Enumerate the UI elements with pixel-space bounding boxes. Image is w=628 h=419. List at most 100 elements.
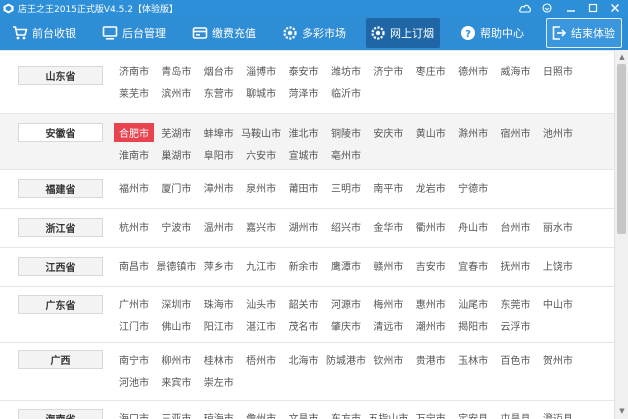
city-item[interactable]: 菏泽市 [284,82,324,105]
city-item[interactable]: 惠州市 [411,292,451,315]
scroll-thumb[interactable] [617,64,626,234]
city-item[interactable]: 景德镇市 [156,254,196,277]
city-item[interactable]: 衢州市 [411,215,451,238]
city-item[interactable]: 宿州市 [496,121,536,144]
city-item[interactable]: 漳州市 [199,176,239,199]
city-item[interactable]: 文昌市 [284,406,324,419]
city-item[interactable]: 三亚市 [156,406,196,419]
cloud-icon[interactable] [516,0,534,16]
city-item[interactable]: 鹰潭市 [326,254,366,277]
city-item[interactable]: 桂林市 [199,348,239,371]
city-item[interactable]: 六安市 [241,144,281,167]
city-item[interactable]: 萍乡市 [199,254,239,277]
maximize-icon[interactable] [584,0,602,16]
city-item[interactable]: 揭阳市 [453,315,493,338]
scroll-up-icon[interactable]: ▲ [617,52,627,62]
city-item[interactable]: 亳州市 [326,144,366,167]
city-item[interactable]: 嘉兴市 [241,215,281,238]
city-item[interactable]: 南宁市 [114,348,154,371]
city-item[interactable]: 安庆市 [368,121,408,144]
city-item[interactable]: 三明市 [326,176,366,199]
city-item[interactable]: 云浮市 [496,315,536,338]
nav-online-order[interactable]: 网上订烟 [366,18,440,48]
city-item[interactable]: 崇左市 [199,371,239,394]
city-item[interactable]: 丽水市 [538,215,578,238]
city-item[interactable]: 台州市 [496,215,536,238]
city-item[interactable]: 澄迈县 [538,406,578,419]
city-item[interactable]: 汕尾市 [453,292,493,315]
city-item[interactable]: 济南市 [114,59,154,82]
city-item[interactable]: 五指山市 [368,406,408,419]
city-item[interactable]: 贵港市 [411,348,451,371]
city-item[interactable]: 吉安市 [411,254,451,277]
city-item[interactable]: 阳江市 [199,315,239,338]
city-item[interactable]: 威海市 [496,59,536,82]
city-item[interactable]: 梧州市 [241,348,281,371]
city-item[interactable]: 杭州市 [114,215,154,238]
city-item[interactable]: 定安县 [453,406,493,419]
city-item[interactable]: 巢湖市 [156,144,196,167]
city-item[interactable]: 韶关市 [284,292,324,315]
city-item[interactable]: 舟山市 [453,215,493,238]
city-item[interactable]: 日照市 [538,59,578,82]
city-item[interactable]: 清远市 [368,315,408,338]
city-item[interactable]: 茂名市 [284,315,324,338]
city-item[interactable]: 上饶市 [538,254,578,277]
city-item[interactable]: 湛江市 [241,315,281,338]
nav-recharge[interactable]: 缴费充值 [188,18,262,48]
city-item[interactable]: 潮州市 [411,315,451,338]
city-item[interactable]: 黄山市 [411,121,451,144]
city-item[interactable]: 温州市 [199,215,239,238]
city-item[interactable]: 钦州市 [368,348,408,371]
city-item[interactable]: 泰安市 [284,59,324,82]
city-item[interactable]: 南平市 [368,176,408,199]
city-item[interactable]: 阜阳市 [199,144,239,167]
city-item[interactable]: 屯昌县 [496,406,536,419]
city-item[interactable]: 儋州市 [241,406,281,419]
city-item[interactable]: 玉林市 [453,348,493,371]
city-item[interactable]: 马鞍山市 [241,121,281,144]
city-item[interactable]: 九江市 [241,254,281,277]
city-item[interactable]: 湖州市 [284,215,324,238]
city-item[interactable]: 中山市 [538,292,578,315]
city-item[interactable]: 德州市 [453,59,493,82]
city-item[interactable]: 东方市 [326,406,366,419]
city-item[interactable]: 池州市 [538,121,578,144]
city-item[interactable]: 汕头市 [241,292,281,315]
city-item[interactable]: 河源市 [326,292,366,315]
city-item[interactable]: 宁德市 [453,176,493,199]
city-item[interactable]: 新余市 [284,254,324,277]
city-item[interactable]: 贺州市 [538,348,578,371]
city-item[interactable]: 蚌埠市 [199,121,239,144]
city-item[interactable]: 滨州市 [156,82,196,105]
nav-help-center[interactable]: ? 帮助中心 [456,18,530,48]
city-item[interactable]: 莆田市 [284,176,324,199]
city-item[interactable]: 厦门市 [156,176,196,199]
close-icon[interactable] [606,0,624,16]
minimize-icon[interactable] [562,0,580,16]
city-item[interactable]: 滁州市 [453,121,493,144]
city-item[interactable]: 青岛市 [156,59,196,82]
city-item[interactable]: 宣城市 [284,144,324,167]
city-item[interactable]: 烟台市 [199,59,239,82]
city-item[interactable]: 合肥市 [114,122,154,142]
city-item[interactable]: 莱芜市 [114,82,154,105]
city-item[interactable]: 枣庄市 [411,59,451,82]
city-item[interactable]: 防城港市 [326,348,366,371]
city-item[interactable]: 抚州市 [496,254,536,277]
menu-icon[interactable] [538,0,556,16]
city-item[interactable]: 济宁市 [368,59,408,82]
city-item[interactable]: 聊城市 [241,82,281,105]
city-item[interactable]: 芜湖市 [156,121,196,144]
city-item[interactable]: 淮南市 [114,144,154,167]
city-item[interactable]: 柳州市 [156,348,196,371]
city-item[interactable]: 河池市 [114,371,154,394]
city-item[interactable]: 来宾市 [156,371,196,394]
city-item[interactable]: 南昌市 [114,254,154,277]
nav-front-cashier[interactable]: 前台收银 [8,18,82,48]
city-item[interactable]: 百色市 [496,348,536,371]
city-item[interactable]: 金华市 [368,215,408,238]
scroll-down-icon[interactable]: ▼ [617,406,627,416]
city-item[interactable]: 佛山市 [156,315,196,338]
city-item[interactable]: 深圳市 [156,292,196,315]
